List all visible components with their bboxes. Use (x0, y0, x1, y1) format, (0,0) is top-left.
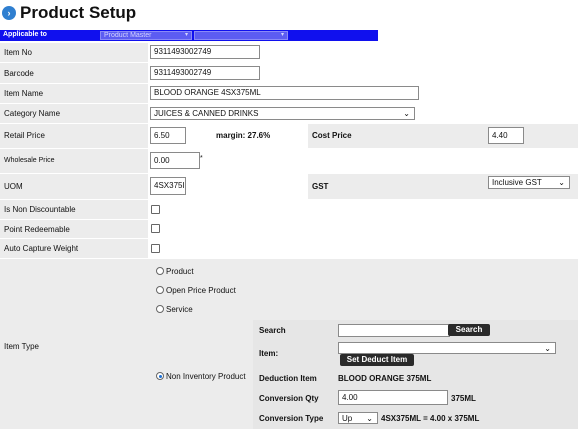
chevron-right-icon: › (2, 6, 16, 20)
conversion-type-value: Up (342, 414, 353, 423)
cost-price-input[interactable]: 4.40 (488, 127, 524, 144)
item-no-label: Item No (4, 48, 33, 57)
point-redeemable-label: Point Redeemable (4, 225, 70, 234)
row-item-no: Item No 9311493002749 (0, 43, 578, 62)
retail-price-input[interactable]: 6.50 (150, 127, 186, 144)
gst-label: GST (312, 182, 329, 191)
item-select[interactable]: ⌄ (338, 342, 556, 354)
auto-capture-label: Auto Capture Weight (4, 244, 79, 253)
retail-price-label: Retail Price (4, 131, 45, 140)
conversion-qty-label: Conversion Qty (259, 394, 319, 403)
chevron-down-icon: ⌄ (558, 178, 565, 187)
uom-cell: 4SX375I (148, 174, 308, 199)
conversion-qty-input[interactable]: 4.00 (338, 390, 448, 405)
search-input[interactable] (338, 324, 450, 337)
row-non-discountable: Is Non Discountable (0, 200, 578, 219)
radio-non-inventory[interactable] (156, 372, 164, 380)
row-point-redeemable: Point Redeemable (0, 220, 578, 238)
search-label: Search (259, 326, 286, 335)
applicable-select-1-value: Product Master (104, 32, 152, 39)
item-type-label: Item Type (4, 342, 39, 351)
wholesale-price-cell: 0.00 * (148, 149, 578, 173)
applicable-to-label: Applicable to (3, 31, 47, 38)
row-uom: UOM 4SX375I GST Inclusive GST ⌄ (0, 174, 578, 199)
retail-price-cell: 6.50 margin: 27.6% (148, 124, 308, 148)
row-barcode: Barcode 9311493002749 (0, 63, 578, 83)
conversion-type-label: Conversion Type (259, 414, 324, 423)
chevron-down-icon: ⌄ (544, 344, 551, 353)
radio-product[interactable] (156, 267, 164, 275)
page-header: › Product Setup (2, 2, 136, 24)
conversion-qty-unit: 375ML (451, 394, 476, 403)
radio-open-price[interactable] (156, 286, 164, 294)
item-no-cell: 9311493002749 (148, 43, 578, 62)
radio-service[interactable] (156, 305, 164, 313)
wholesale-price-input[interactable]: 0.00 (150, 152, 200, 169)
category-select-value: JUICES & CANNED DRINKS (154, 109, 259, 118)
category-label: Category Name (4, 109, 61, 118)
barcode-label: Barcode (4, 69, 34, 78)
cost-price-label: Cost Price (312, 131, 352, 140)
set-deduct-item-button[interactable]: Set Deduct Item (340, 354, 414, 366)
item-name-input[interactable]: BLOOD ORANGE 4SX375ML (150, 86, 419, 100)
required-mark: * (200, 155, 203, 162)
applicable-select-2[interactable]: ▾ (194, 31, 288, 40)
deduction-item-label: Deduction Item (259, 374, 317, 383)
item-name-label: Item Name (4, 89, 44, 98)
category-cell: JUICES & CANNED DRINKS ⌄ (148, 104, 578, 123)
auto-capture-checkbox[interactable] (151, 244, 160, 253)
row-item-type: Item Type Product Open Price Product Ser… (0, 259, 578, 429)
point-redeemable-checkbox[interactable] (151, 224, 160, 233)
non-discountable-checkbox[interactable] (151, 205, 160, 214)
deduction-item-value: BLOOD ORANGE 375ML (338, 374, 432, 383)
auto-capture-cell (148, 239, 578, 258)
applicable-to-bar: Applicable to Product Master ▾ ▾ (0, 30, 378, 41)
radio-product-label: Product (166, 267, 194, 276)
conversion-formula: 4SX375ML = 4.00 x 375ML (381, 414, 480, 423)
uom-input[interactable]: 4SX375I (150, 177, 186, 195)
margin-text: margin: 27.6% (216, 131, 271, 140)
radio-service-label: Service (166, 305, 193, 314)
gst-select-value: Inclusive GST (492, 178, 542, 187)
row-item-name: Item Name BLOOD ORANGE 4SX375ML (0, 84, 578, 103)
chevron-down-icon: ▾ (280, 32, 284, 38)
page-title: Product Setup (20, 3, 137, 22)
wholesale-price-label: Wholesale Price (4, 157, 55, 164)
chevron-down-icon: ⌄ (366, 414, 373, 423)
radio-non-inventory-label: Non Inventory Product (166, 372, 246, 381)
uom-label: UOM (4, 182, 23, 191)
non-discountable-label: Is Non Discountable (4, 205, 76, 214)
radio-open-price-label: Open Price Product (166, 286, 236, 295)
row-price: Retail Price 6.50 margin: 27.6% Cost Pri… (0, 124, 578, 148)
gst-select[interactable]: Inclusive GST ⌄ (488, 176, 570, 189)
barcode-input[interactable]: 9311493002749 (150, 66, 260, 80)
point-redeemable-cell (148, 220, 578, 238)
barcode-cell: 9311493002749 (148, 63, 578, 83)
chevron-down-icon: ▾ (184, 32, 188, 38)
item-label: Item: (259, 349, 279, 358)
conversion-type-select[interactable]: Up ⌄ (338, 412, 378, 424)
row-wholesale: Wholesale Price 0.00 * (0, 149, 578, 173)
row-category: Category Name JUICES & CANNED DRINKS ⌄ (0, 104, 578, 123)
search-button[interactable]: Search (448, 324, 490, 336)
category-select[interactable]: JUICES & CANNED DRINKS ⌄ (150, 107, 415, 120)
chevron-down-icon: ⌄ (403, 109, 410, 118)
non-discountable-cell (148, 200, 578, 219)
applicable-select-1[interactable]: Product Master ▾ (100, 31, 192, 40)
item-name-cell: BLOOD ORANGE 4SX375ML (148, 84, 578, 103)
row-auto-capture: Auto Capture Weight (0, 239, 578, 258)
item-no-input[interactable]: 9311493002749 (150, 45, 260, 59)
